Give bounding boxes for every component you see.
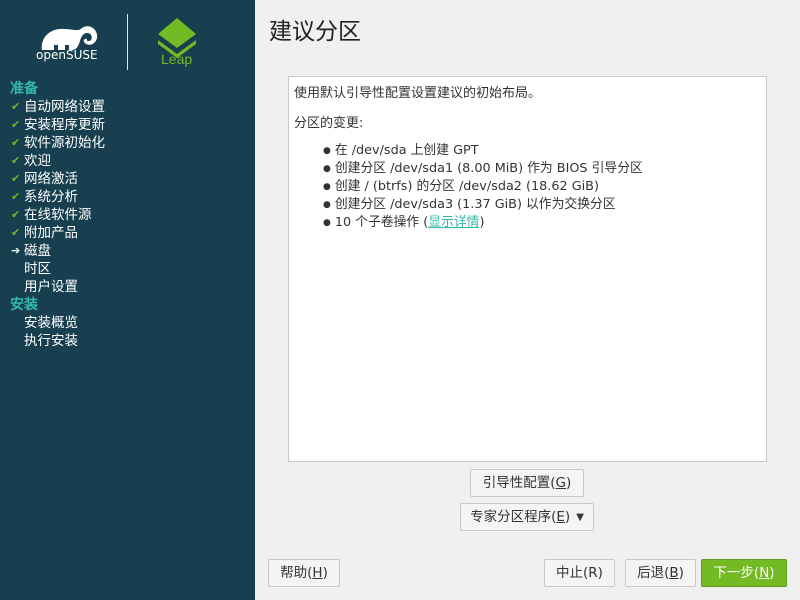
- main-panel: 建议分区 使用默认引导性配置设置建议的初始布局。 分区的变更: 在 /dev/s…: [255, 0, 800, 600]
- button-label: 引导性配置(: [482, 475, 556, 491]
- button-label: 中止(R): [556, 565, 603, 581]
- check-icon: ✔: [11, 172, 21, 185]
- change-item: 创建 / (btrfs) 的分区 /dev/sda2 (18.62 GiB): [323, 178, 643, 196]
- guided-setup-button[interactable]: 引导性配置(G): [470, 469, 584, 497]
- section-prepare: 准备: [10, 81, 38, 97]
- next-button[interactable]: 下一步(N): [701, 559, 787, 587]
- subvolume-close: ): [479, 215, 485, 230]
- dropdown-caret-icon: ▼: [576, 512, 584, 523]
- step-network-activation: ✔ 网络激活: [0, 170, 255, 188]
- help-button[interactable]: 帮助(H): [268, 559, 340, 587]
- button-label-end: ): [565, 475, 572, 491]
- check-icon: ✔: [11, 154, 21, 167]
- step-label: 安装概览: [24, 315, 78, 331]
- step-perform-install: 执行安装: [0, 332, 255, 350]
- back-button[interactable]: 后退(B): [625, 559, 696, 587]
- check-icon: ✔: [11, 118, 21, 131]
- step-label: 磁盘: [24, 243, 51, 259]
- intro-text: 使用默认引导性配置设置建议的初始布局。: [294, 86, 542, 101]
- step-repo-init: ✔ 软件源初始化: [0, 134, 255, 152]
- show-details-link[interactable]: 显示详情: [428, 215, 479, 230]
- step-label: 时区: [24, 261, 51, 277]
- step-online-repos: ✔ 在线软件源: [0, 206, 255, 224]
- proposal-summary: 使用默认引导性配置设置建议的初始布局。 分区的变更: 在 /dev/sda 上创…: [288, 76, 767, 462]
- button-label-end: ): [564, 509, 571, 525]
- check-icon: ✔: [11, 208, 21, 221]
- step-label: 执行安装: [24, 333, 78, 349]
- step-label: 用户设置: [24, 279, 78, 295]
- leap-wordmark: Leap: [161, 51, 193, 67]
- section-install: 安装: [10, 297, 38, 313]
- button-shortcut: H: [312, 565, 323, 581]
- step-welcome: ✔ 欢迎: [0, 152, 255, 170]
- button-shortcut: G: [555, 475, 566, 491]
- logo-divider: [127, 14, 128, 70]
- abort-button[interactable]: 中止(R): [544, 559, 615, 587]
- step-user-settings: 用户设置: [0, 278, 255, 296]
- button-label-end: ): [678, 565, 684, 581]
- changes-list: 在 /dev/sda 上创建 GPT 创建分区 /dev/sda1 (8.00 …: [323, 142, 643, 232]
- step-auto-network: ✔ 自动网络设置: [0, 98, 255, 116]
- step-label: 在线软件源: [24, 207, 92, 223]
- arrow-right-icon: ➔: [11, 244, 21, 257]
- step-label: 安装程序更新: [24, 117, 105, 133]
- check-icon: ✔: [11, 100, 21, 113]
- step-label: 软件源初始化: [24, 135, 105, 151]
- step-installer-update: ✔ 安装程序更新: [0, 116, 255, 134]
- check-icon: ✔: [11, 136, 21, 149]
- sidebar: openSUSE Leap 准备 ✔ 自动网络设置 ✔ 安装程序更新 ✔ 软件源初始化…: [0, 0, 255, 600]
- change-item: 在 /dev/sda 上创建 GPT: [323, 142, 643, 160]
- button-shortcut: N: [759, 565, 770, 581]
- step-addon-products: ✔ 附加产品: [0, 224, 255, 242]
- step-label: 系统分析: [24, 189, 78, 205]
- step-install-overview: 安装概览: [0, 314, 255, 332]
- page-title: 建议分区: [269, 19, 361, 45]
- changes-heading: 分区的变更:: [294, 116, 364, 131]
- button-shortcut: E: [556, 509, 565, 525]
- step-system-analysis: ✔ 系统分析: [0, 188, 255, 206]
- step-disk: ➔ 磁盘: [0, 242, 255, 260]
- expert-partitioner-button[interactable]: 专家分区程序(E) ▼: [460, 503, 594, 531]
- button-label-end: ): [769, 565, 775, 581]
- step-label: 欢迎: [24, 153, 51, 169]
- installation-steps: 准备 ✔ 自动网络设置 ✔ 安装程序更新 ✔ 软件源初始化 ✔ 欢迎 ✔ 网络激活 ✔ 系统…: [0, 80, 255, 350]
- change-item: 创建分区 /dev/sda3 (1.37 GiB) 以作为交换分区: [323, 196, 643, 214]
- step-timezone: 时区: [0, 260, 255, 278]
- check-icon: ✔: [11, 226, 21, 239]
- button-label: 下一步(: [713, 565, 760, 581]
- step-label: 自动网络设置: [24, 99, 105, 115]
- step-label: 附加产品: [24, 225, 78, 241]
- button-label: 后退(: [637, 565, 670, 581]
- change-item: 创建分区 /dev/sda1 (8.00 MiB) 作为 BIOS 引导分区: [323, 160, 643, 178]
- opensuse-wordmark: openSUSE: [36, 48, 98, 62]
- button-shortcut: B: [669, 565, 679, 581]
- button-label: 专家分区程序(: [470, 509, 557, 525]
- button-label-end: ): [322, 565, 328, 581]
- step-label: 网络激活: [24, 171, 78, 187]
- subvolume-text: 10 个子卷操作 (: [334, 215, 429, 230]
- check-icon: ✔: [11, 190, 21, 203]
- change-item-subvolumes: 10 个子卷操作 (显示详情): [323, 214, 643, 232]
- button-label: 帮助(: [280, 565, 313, 581]
